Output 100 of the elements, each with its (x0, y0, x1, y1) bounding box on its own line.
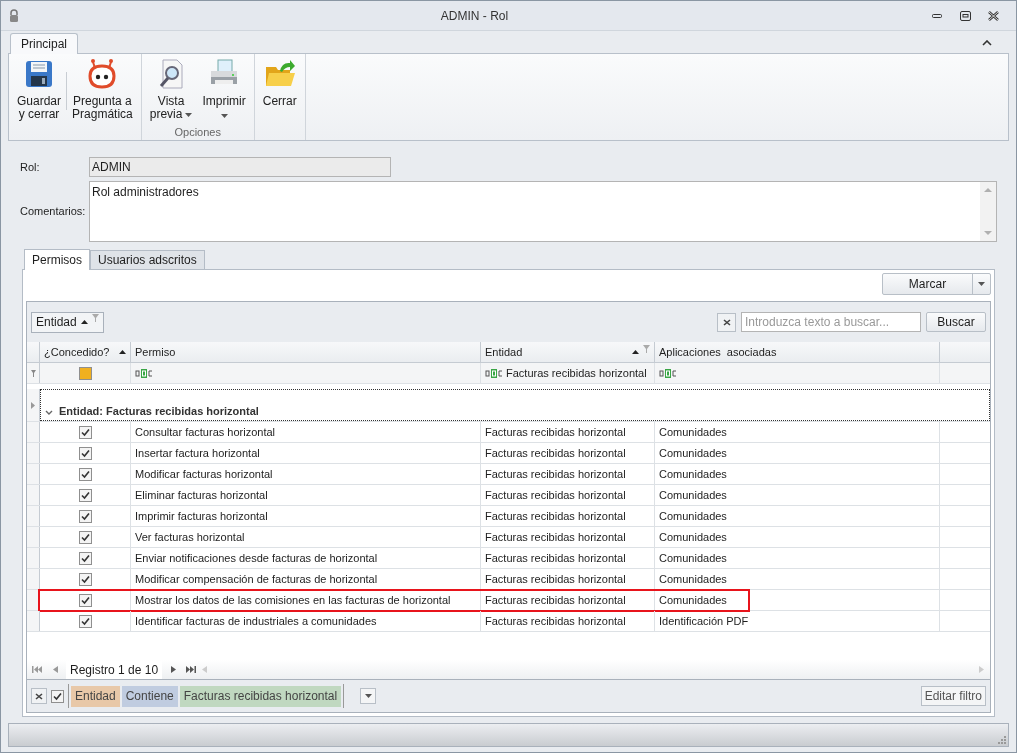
table-cell: Facturas recibidas horizontal (481, 611, 655, 631)
checkbox[interactable] (78, 509, 92, 523)
ribbon-button[interactable]: Guardar y cerrar (12, 58, 67, 121)
checkbox[interactable] (78, 593, 92, 607)
table-cell: Comunidades (655, 527, 940, 547)
table-cell: Modificar compensación de facturas de horizontal (131, 569, 481, 589)
scroll-right-icon (979, 666, 984, 673)
comments-field[interactable]: Rol administradores (89, 181, 997, 242)
skip-forward-icon (186, 666, 197, 673)
ribbon-button[interactable]: Vista previa (144, 58, 198, 121)
marcar-button[interactable]: Marcar (882, 273, 991, 295)
checkbox[interactable] (51, 689, 64, 703)
column-header[interactable]: Aplicaciones asociadas (655, 342, 940, 362)
chevron-up-icon (982, 40, 992, 46)
chevron-down-icon (45, 410, 53, 415)
column-header[interactable]: ¿Concedido? (40, 342, 131, 362)
text-filter-icon (659, 368, 677, 378)
clear-search-button[interactable] (717, 312, 736, 332)
checkbox[interactable] (78, 467, 92, 481)
edit-filter-button[interactable]: Editar filtro (920, 686, 986, 706)
field-label: Rol: (20, 159, 41, 175)
text-filter-icon (485, 368, 503, 378)
sort-ascending-icon (80, 320, 88, 324)
table-cell: Facturas recibidas horizontal (481, 590, 655, 610)
table-cell: Facturas recibidas horizontal (481, 464, 655, 484)
caret-icon (364, 694, 372, 698)
filter-token[interactable]: Contiene (121, 685, 178, 707)
triangle-right-icon (170, 666, 176, 673)
row-indicator-icon (31, 401, 35, 409)
ribbon-button[interactable]: Imprimir (197, 58, 251, 118)
column-header[interactable]: Entidad (481, 342, 655, 362)
checkbox[interactable] (78, 551, 92, 565)
close-icon (987, 10, 999, 21)
tab[interactable]: Usuarios adscritos (90, 250, 205, 269)
table-cell: Facturas recibidas horizontal (481, 443, 655, 463)
filter-icon (30, 369, 36, 377)
column-header[interactable]: Permiso (131, 342, 481, 362)
sort-ascending-icon (632, 350, 639, 354)
table-cell: Imprimir facturas horizontal (131, 506, 481, 526)
scroll-left-icon (202, 666, 208, 673)
close-button[interactable] (986, 8, 1000, 23)
table-cell: Facturas recibidas horizontal (481, 506, 655, 526)
filter-icon (643, 345, 650, 353)
filter-token[interactable]: Entidad (71, 685, 120, 707)
triangle-left-icon (52, 666, 58, 673)
group-by-chip[interactable]: Entidad (31, 311, 104, 333)
filter-menu-button[interactable] (360, 688, 377, 704)
filter-cell[interactable]: Facturas recibidas horizontal (481, 363, 655, 383)
caret-icon (185, 112, 193, 117)
table-cell: Facturas recibidas horizontal (481, 548, 655, 568)
table-cell: Facturas recibidas horizontal (481, 485, 655, 505)
text-filter-icon (135, 368, 153, 378)
ribbon-button[interactable]: Cerrar (257, 58, 302, 108)
checkbox[interactable] (78, 530, 92, 544)
ribbon-button[interactable]: Pregunta a Pragmática (67, 58, 138, 121)
close-icon (722, 318, 731, 326)
clear-filter-button[interactable] (31, 688, 47, 704)
table-cell: Comunidades (655, 590, 940, 610)
search-field[interactable]: Introduzca texto a buscar... (741, 312, 921, 332)
maximize-button[interactable] (958, 8, 972, 23)
checkbox[interactable] (78, 614, 92, 628)
checkbox[interactable] (78, 366, 92, 380)
search-button[interactable]: Buscar (926, 312, 986, 332)
checkbox[interactable] (78, 572, 92, 586)
close-icon (35, 692, 43, 700)
sort-ascending-icon (119, 350, 126, 354)
table-cell: Comunidades (655, 443, 940, 463)
checkbox[interactable] (78, 446, 92, 460)
table-cell: Eliminar facturas horizontal (131, 485, 481, 505)
caret-icon (220, 114, 228, 118)
table-cell: Comunidades (655, 464, 940, 484)
table-cell: Consultar facturas horizontal (131, 422, 481, 442)
table-cell: Facturas recibidas horizontal (481, 569, 655, 589)
scrollbar-drawing (980, 182, 996, 241)
table-cell: Comunidades (655, 422, 940, 442)
checkbox[interactable] (78, 488, 92, 502)
table-cell: Identificación PDF (655, 611, 940, 631)
resize-grip-icon (997, 735, 1006, 744)
table-cell: Comunidades (655, 506, 940, 526)
filter-token[interactable]: Facturas recibidas horizontal (179, 685, 342, 707)
window-title: ADMIN - Rol (439, 7, 510, 25)
table-cell: Facturas recibidas horizontal (481, 527, 655, 547)
checkbox[interactable] (78, 425, 92, 439)
group-row[interactable]: Entidad: Facturas recibidas horizontal (40, 389, 990, 421)
table-cell: Comunidades (655, 548, 940, 568)
tab[interactable]: Permisos (24, 249, 90, 270)
table-cell: Enviar notificaciones desde facturas de horizontal (131, 548, 481, 568)
maximize-icon (959, 10, 971, 21)
table-cell: Identificar facturas de industriales a comunidades (131, 611, 481, 631)
table-cell: Comunidades (655, 485, 940, 505)
caret-icon (978, 282, 985, 286)
table-cell: Ver facturas horizontal (131, 527, 481, 547)
table-cell: Comunidades (655, 569, 940, 589)
minimize-icon (932, 13, 942, 18)
group-label: Opciones (174, 126, 221, 138)
table-cell: Mostrar los datos de las comisiones en las facturas de horizontal (131, 590, 481, 610)
ribbon-tab[interactable]: Principal (10, 33, 79, 54)
table-cell: Insertar factura horizontal (131, 443, 481, 463)
rol-field[interactable]: ADMIN (89, 157, 391, 177)
filter-icon (91, 313, 99, 322)
